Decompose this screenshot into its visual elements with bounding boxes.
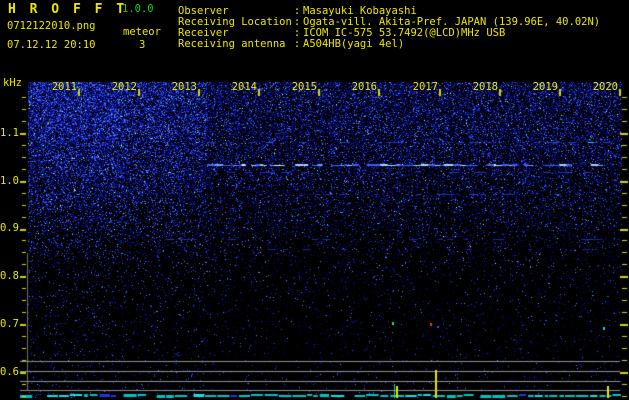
time-tick-label: 2015 [291,81,317,93]
spectrogram-canvas [0,0,629,400]
freq-tick-label: 1.1 [0,127,19,139]
time-tick-label: 2016 [351,81,377,93]
freq-tick-label: 0.7 [0,318,19,330]
freq-axis-unit-label: kHz [3,77,22,89]
freq-tick-label: 0.6 [0,366,19,378]
time-tick-label: 2019 [532,81,558,93]
info-value: A504HB(yagi 4el) [303,38,405,50]
time-tick-label: 2014 [231,81,257,93]
freq-tick-label: 1.0 [0,175,19,187]
freq-tick-label: 0.8 [0,270,19,282]
time-tick-label: 2020 [592,81,618,93]
time-tick-label: 2017 [412,81,438,93]
app-title: H R O F F T [8,2,128,17]
time-tick-label: 2011 [51,81,77,93]
observation-mode-label: meteor [123,26,161,38]
info-label: Receiving antenna [178,38,286,50]
time-tick-label: 2012 [111,81,137,93]
app-version: 1.0.0 [122,3,154,15]
freq-tick-label: 0.9 [0,222,19,234]
info-separator: : [293,38,301,50]
time-tick-label: 2013 [171,81,197,93]
station-info-row: Receiving antenna: A504HB(yagi 4el) [178,39,600,50]
observation-datetime: 07.12.12 20:10 [7,39,96,51]
time-tick-label: 2018 [472,81,498,93]
station-info-block: Observer: Masayuki Kobayashi Receiving Loc… [178,6,600,50]
meteor-count-value: 3 [139,39,146,51]
output-filename: 0712122010.png [7,20,96,32]
hrofft-spectrogram-screen: H R O F F T 1.0.0 0712122010.png meteor … [0,0,629,400]
